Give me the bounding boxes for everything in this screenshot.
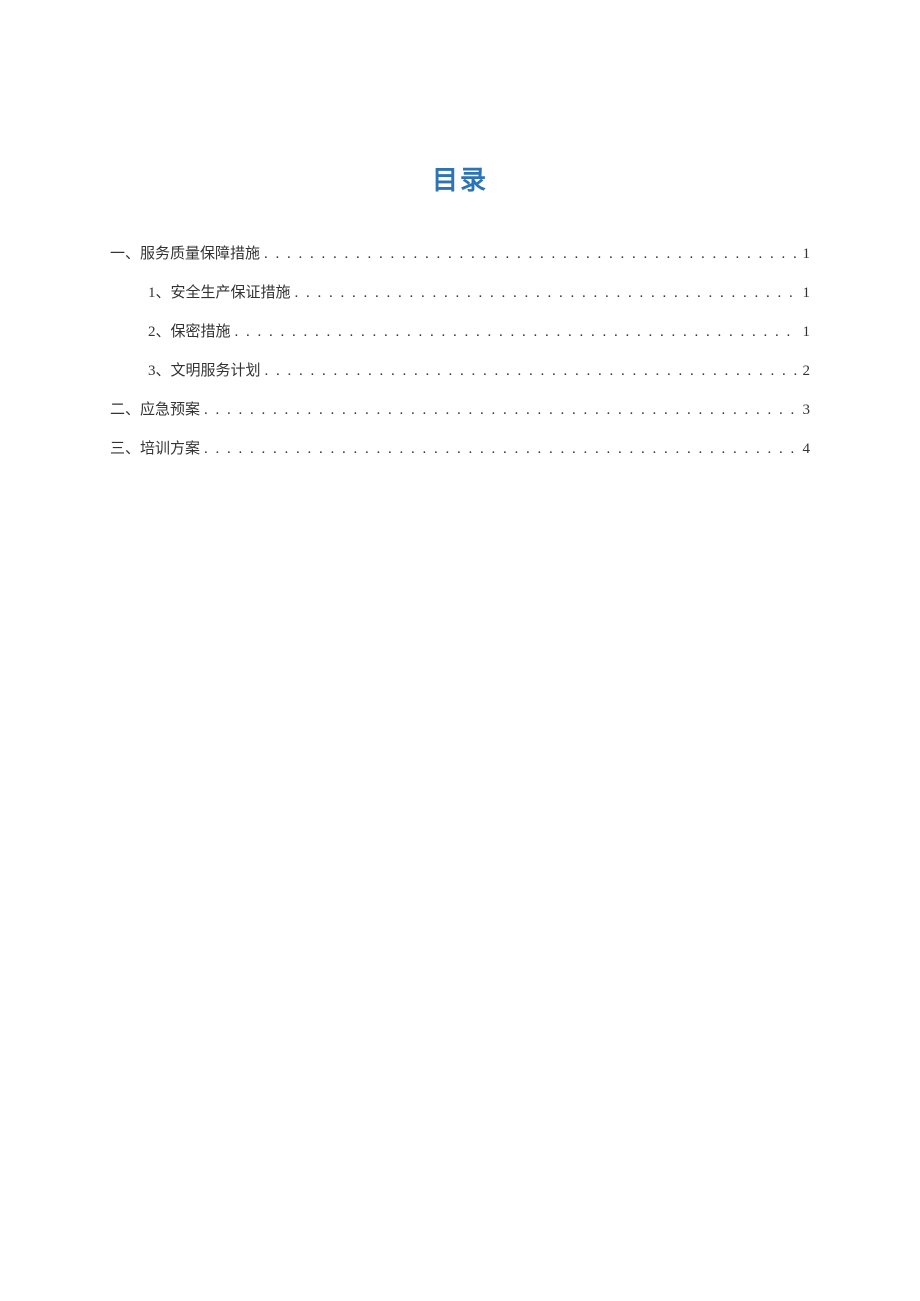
- toc-leader-dots: [200, 430, 798, 469]
- toc-entry[interactable]: 3、文明服务计划 2: [110, 352, 810, 391]
- document-page: 目录 一、服务质量保障措施 1 1、安全生产保证措施 1 2、保密措施 1 3、…: [0, 0, 920, 469]
- toc-entry-page: 1: [799, 313, 811, 352]
- toc-entry-page: 1: [799, 235, 811, 274]
- toc-entry[interactable]: 一、服务质量保障措施 1: [110, 235, 810, 274]
- toc-entry-page: 4: [799, 430, 811, 469]
- toc-title: 目录: [110, 160, 810, 197]
- toc-entry-label: 2、保密措施: [148, 313, 231, 352]
- toc-leader-dots: [231, 313, 799, 352]
- toc-leader-dots: [261, 352, 799, 391]
- toc-entry-page: 2: [799, 352, 811, 391]
- toc-list: 一、服务质量保障措施 1 1、安全生产保证措施 1 2、保密措施 1 3、文明服…: [110, 235, 810, 469]
- toc-entry-label: 三、培训方案: [110, 430, 200, 469]
- toc-entry-label: 一、服务质量保障措施: [110, 235, 260, 274]
- toc-entry[interactable]: 三、培训方案 4: [110, 430, 810, 469]
- toc-leader-dots: [291, 274, 799, 313]
- toc-entry-label: 二、应急预案: [110, 391, 200, 430]
- toc-entry-label: 1、安全生产保证措施: [148, 274, 291, 313]
- toc-leader-dots: [200, 391, 798, 430]
- toc-entry[interactable]: 二、应急预案 3: [110, 391, 810, 430]
- toc-entry-label: 3、文明服务计划: [148, 352, 261, 391]
- toc-leader-dots: [260, 235, 798, 274]
- toc-entry-page: 1: [799, 274, 811, 313]
- toc-entry[interactable]: 1、安全生产保证措施 1: [110, 274, 810, 313]
- toc-entry[interactable]: 2、保密措施 1: [110, 313, 810, 352]
- toc-entry-page: 3: [799, 391, 811, 430]
